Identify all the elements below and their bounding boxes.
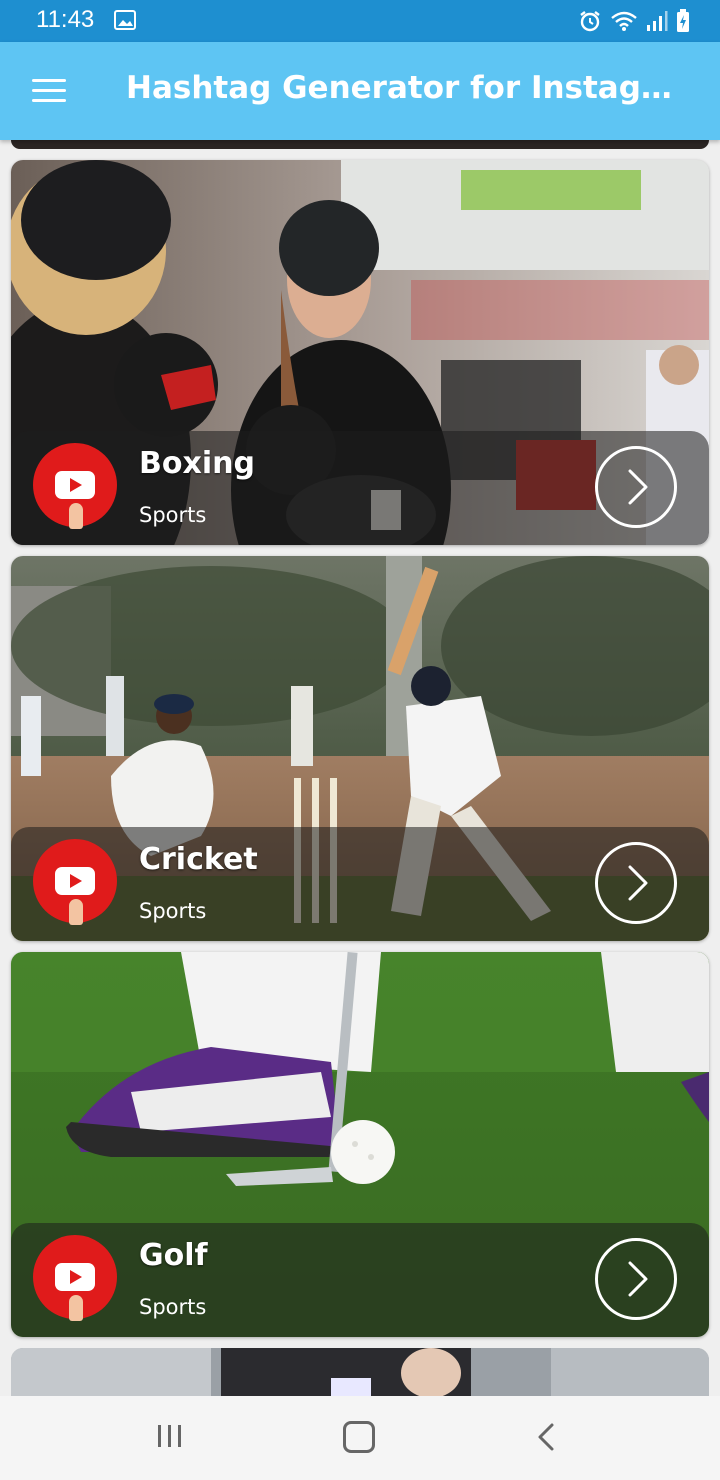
status-icons (578, 8, 690, 34)
recent-apps-icon[interactable] (156, 1424, 184, 1448)
status-time: 11:43 (36, 6, 95, 33)
hashtag-category-list[interactable]: Boxing Sports Cricket Sports Golf Sports (0, 140, 720, 1396)
home-icon[interactable] (343, 1421, 375, 1453)
category-card-boxing[interactable]: Boxing Sports (11, 160, 709, 545)
back-icon[interactable] (534, 1422, 558, 1452)
partial-card-top (11, 140, 709, 149)
youtube-icon[interactable] (33, 1235, 117, 1321)
card-category: Sports (139, 899, 207, 923)
category-card-cricket[interactable]: Cricket Sports (11, 556, 709, 941)
chevron-right-icon[interactable] (595, 446, 677, 528)
card-category: Sports (139, 1295, 207, 1319)
card-category: Sports (139, 503, 207, 527)
card-title: Cricket (139, 842, 258, 877)
signal-icon (647, 11, 668, 31)
category-card-golf[interactable]: Golf Sports (11, 952, 709, 1337)
youtube-icon[interactable] (33, 839, 117, 925)
partial-card-bottom[interactable] (11, 1348, 709, 1396)
status-bar: 11:43 (0, 0, 720, 42)
next-card-photo (11, 1348, 709, 1396)
chevron-right-icon[interactable] (595, 1238, 677, 1320)
system-nav-bar (0, 1396, 720, 1480)
menu-icon[interactable] (32, 79, 66, 103)
youtube-icon[interactable] (33, 443, 117, 529)
chevron-right-icon[interactable] (595, 842, 677, 924)
app-bar: Hashtag Generator for Instagram... (0, 42, 720, 140)
alarm-icon (580, 11, 600, 32)
app-title: Hashtag Generator for Instagram... (126, 70, 686, 106)
image-notification-icon (114, 10, 136, 30)
card-title: Boxing (139, 446, 255, 481)
wifi-icon (611, 11, 637, 31)
battery-icon (677, 9, 689, 32)
card-title: Golf (139, 1238, 208, 1273)
